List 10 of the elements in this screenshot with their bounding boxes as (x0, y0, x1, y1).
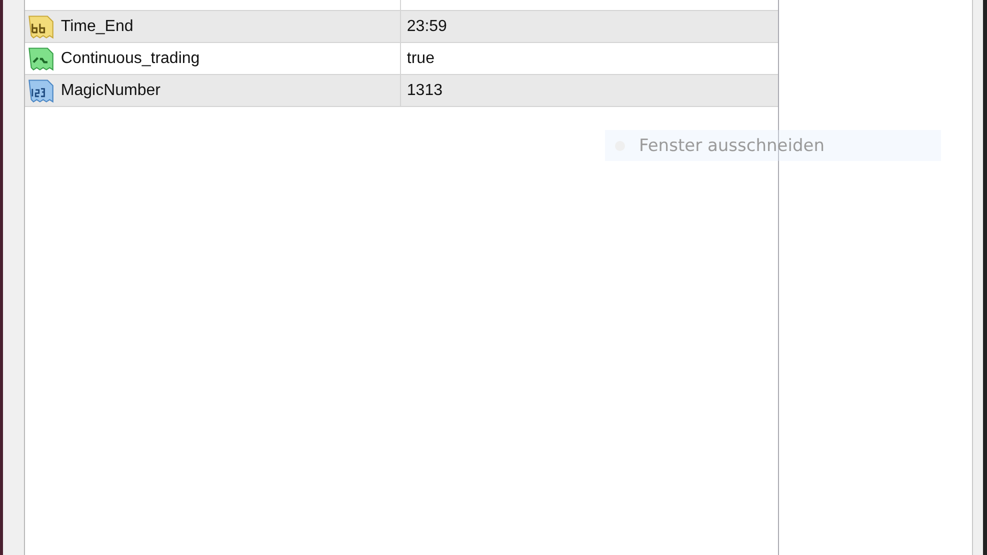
parameter-value[interactable]: 23:59 (406, 18, 447, 36)
toggle-type-icon (26, 46, 55, 72)
tooltip-text: Fenster ausschneiden (639, 136, 824, 156)
parameter-value[interactable]: 1313 (406, 82, 442, 100)
text-type-icon (26, 14, 55, 40)
parameter-name: Continuous_trading (60, 50, 200, 68)
parameter-name: MagicNumber (60, 82, 160, 100)
parameter-value[interactable]: true (406, 50, 434, 68)
parameter-name: Time_End (60, 18, 134, 36)
number-type-icon (26, 78, 55, 104)
